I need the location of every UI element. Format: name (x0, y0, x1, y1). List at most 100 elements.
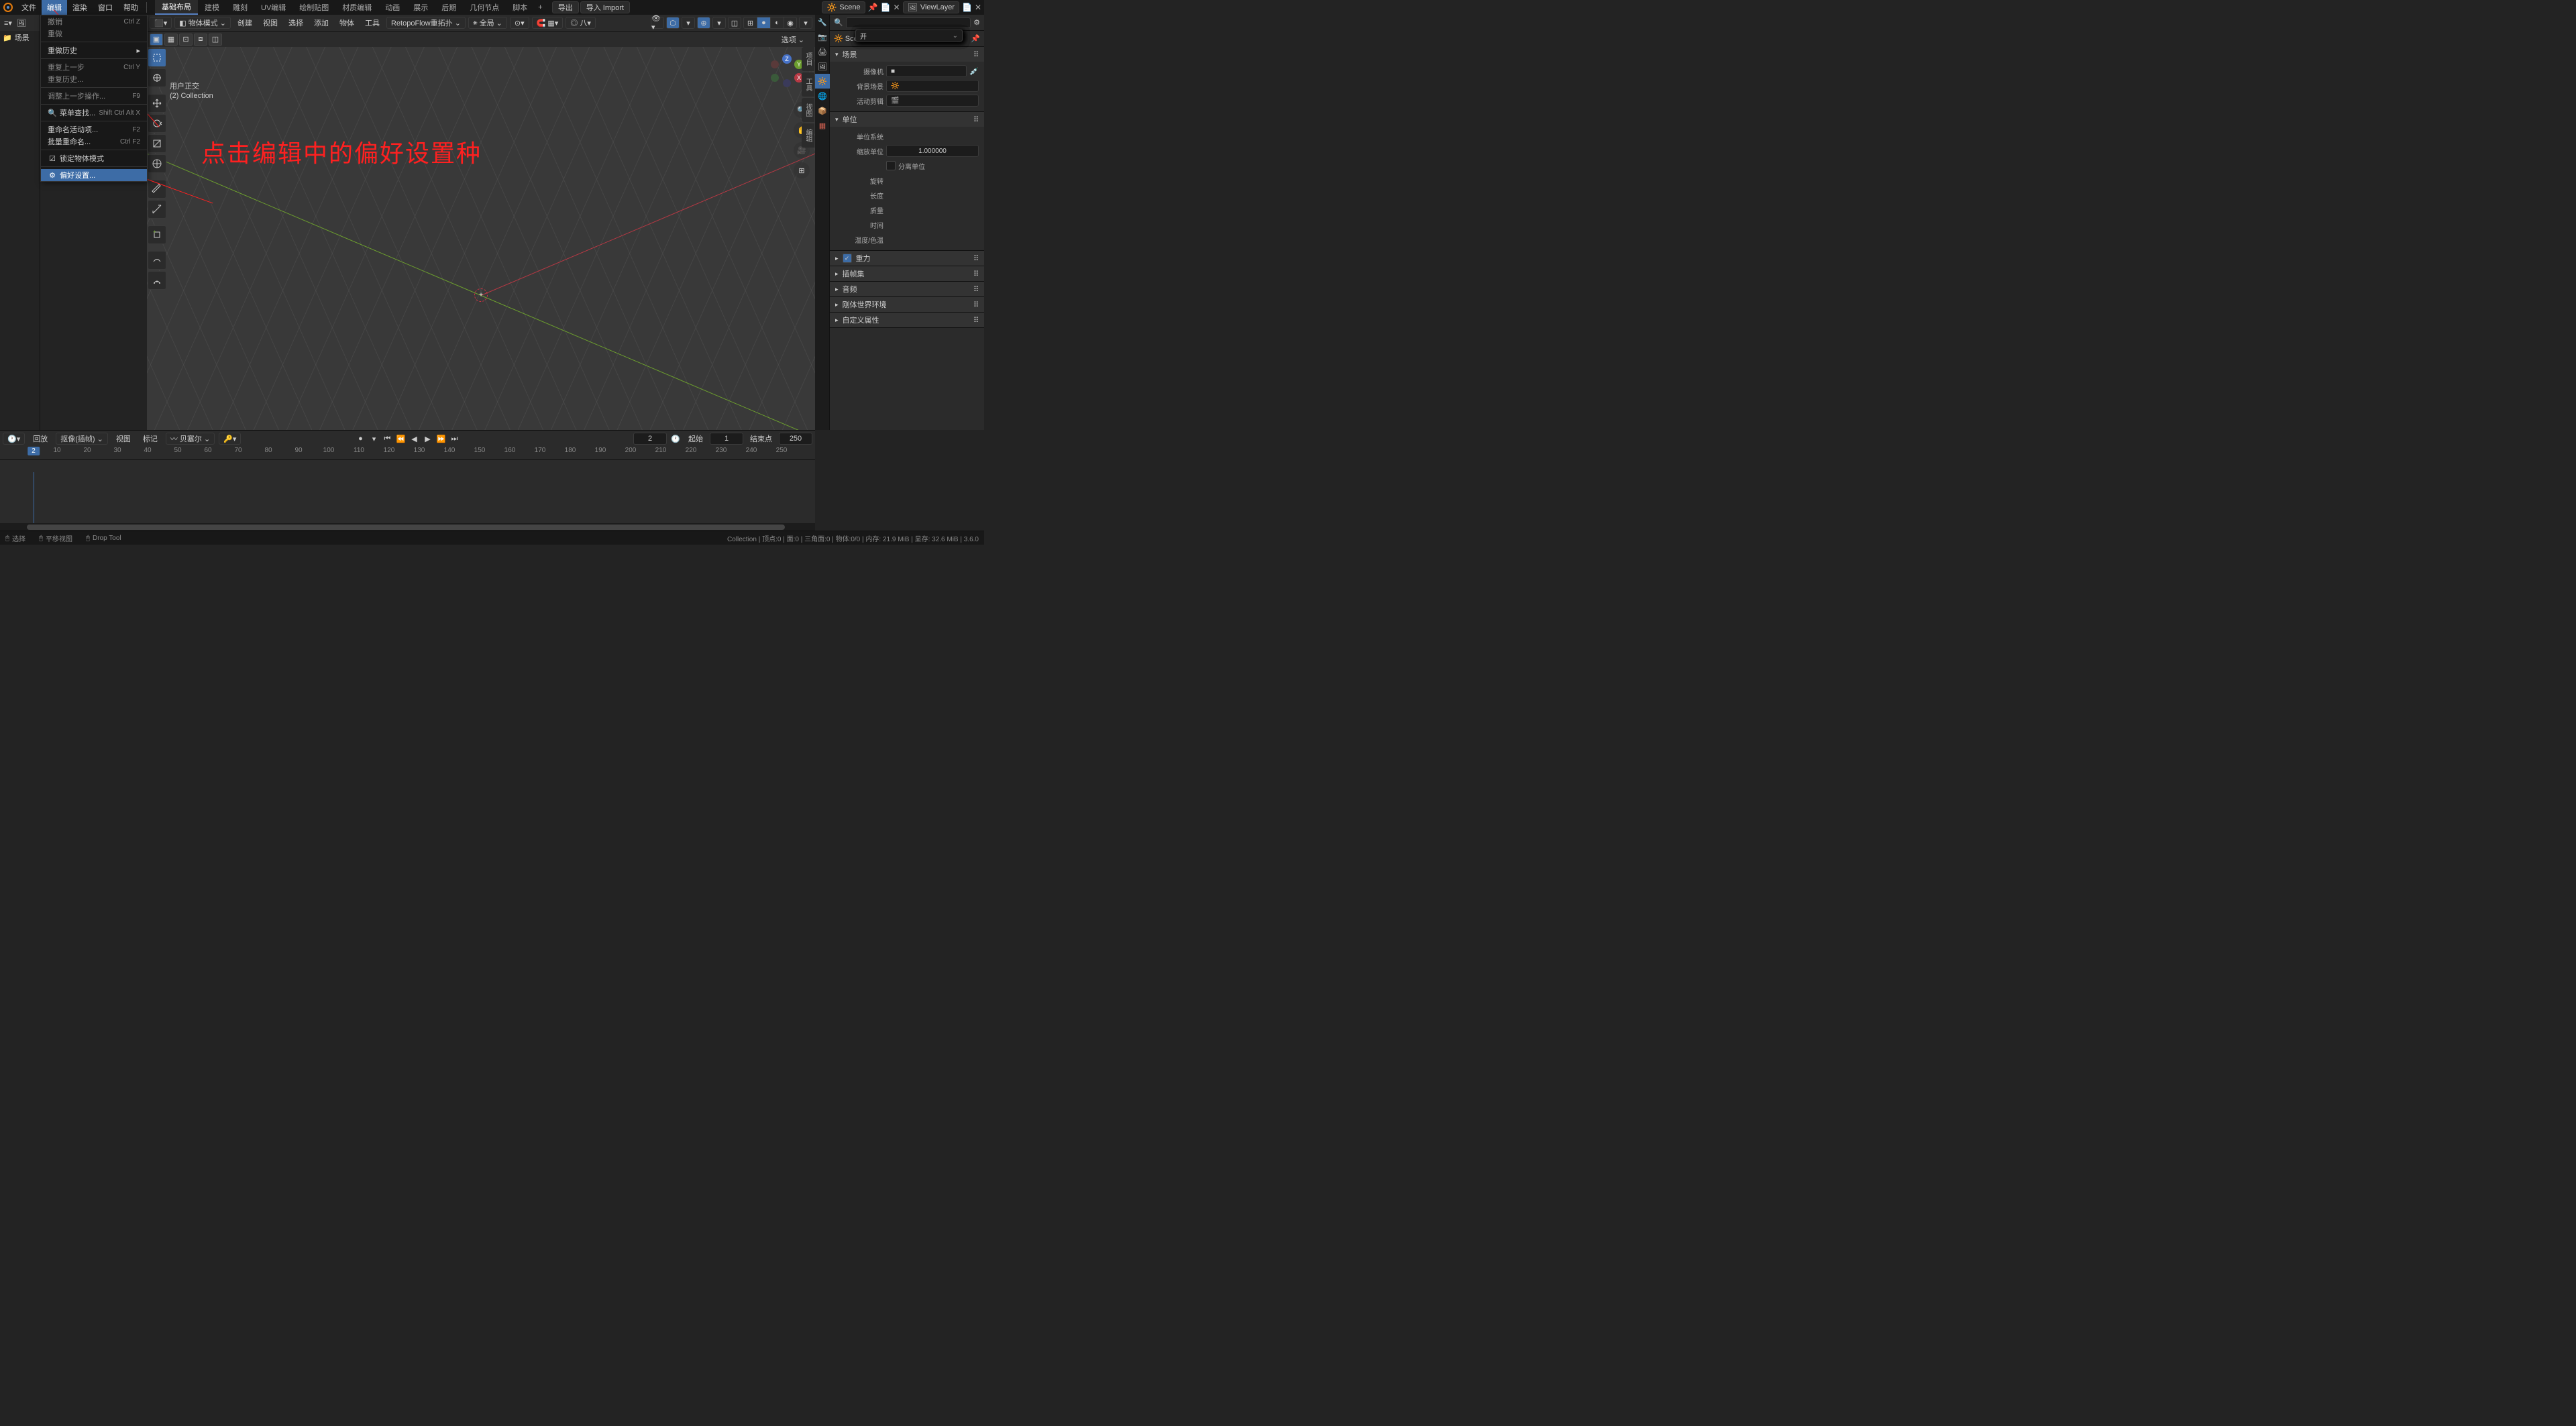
blender-logo[interactable] (0, 0, 16, 15)
viewlayer-pill[interactable]: 🖼 ViewLayer (903, 1, 959, 13)
separate-units-check[interactable] (886, 161, 896, 170)
menu-edit[interactable]: 编辑 (42, 0, 67, 15)
start-frame-field[interactable]: 1 (710, 433, 743, 445)
tool-cursor[interactable] (148, 68, 166, 87)
close-viewlayer-icon[interactable]: ✕ (975, 3, 981, 12)
options-dropdown[interactable]: 选项 ⌄ (777, 34, 808, 45)
retopoflow-dropdown[interactable]: RetopoFlow重拓扑 ⌄ (386, 17, 466, 29)
overlay-dropdown[interactable]: ▾ (712, 17, 726, 29)
proportional-dropdown[interactable]: ◎ 八▾ (566, 17, 596, 29)
import-button[interactable]: 导入 Import (580, 1, 630, 13)
shading-material[interactable]: ◐ (770, 17, 784, 29)
menu-redo-history[interactable]: 重做历史▸ (41, 44, 147, 56)
play[interactable]: ▶ (422, 433, 434, 445)
menu-rename-active[interactable]: 重命名活动项...F2 (41, 123, 147, 135)
menu-file[interactable]: 文件 (16, 0, 42, 15)
header-view[interactable]: 视图 (259, 17, 282, 28)
properties-search-input[interactable] (846, 17, 971, 28)
new-viewlayer-icon[interactable]: 📄 (962, 3, 972, 12)
shading-rendered[interactable]: ◉ (784, 17, 797, 29)
ptab-texture[interactable]: ▦ (815, 118, 830, 133)
section-keysets-header[interactable]: ▸插帧集⠿ (830, 266, 984, 281)
shading-wireframe[interactable]: ⊞ (743, 17, 757, 29)
outliner-scene-row[interactable]: 📁 场景 (0, 31, 40, 44)
menu-preferences[interactable]: ⚙偏好设置... (41, 169, 147, 181)
eyedropper-icon[interactable]: 💉 (969, 67, 979, 76)
menu-redo[interactable]: 重做 (41, 28, 147, 40)
workspace-tab[interactable]: 建模 (198, 0, 226, 15)
header-tools[interactable]: 工具 (361, 17, 384, 28)
header-create[interactable]: 创建 (233, 17, 256, 28)
section-custom-header[interactable]: ▸自定义属性⠿ (830, 313, 984, 327)
mode-dropdown[interactable]: ◧ 物体模式 ⌄ (174, 17, 231, 29)
unit-scale-field[interactable]: 1.000000 (886, 145, 979, 157)
select-mode-2[interactable]: ▦ (164, 34, 178, 46)
select-mode-5[interactable]: ◫ (209, 34, 222, 46)
menu-render[interactable]: 渲染 (67, 0, 93, 15)
workspace-tab[interactable]: 脚本 (506, 0, 534, 15)
playback-menu[interactable]: 回放 (29, 433, 52, 444)
ptab-render[interactable]: 📷 (815, 30, 830, 44)
view-menu[interactable]: 视图 (112, 433, 135, 444)
timeline-editor-type[interactable]: 🕐▾ (3, 433, 25, 445)
section-audio-header[interactable]: ▸音频⠿ (830, 282, 984, 296)
play-reverse[interactable]: ◀ (409, 433, 421, 445)
shading-solid[interactable]: ● (757, 17, 770, 29)
orientation-dropdown[interactable]: ⚹ 全局 ⌄ (468, 17, 507, 29)
ptab-scene[interactable]: 🔆 (815, 74, 830, 89)
select-mode-3[interactable]: ⊡ (179, 34, 193, 46)
menu-search[interactable]: 🔍菜单查找...Shift Ctrl Alt X (41, 107, 147, 119)
keyframe-type[interactable]: 🔑▾ (219, 433, 241, 445)
ntab-view[interactable]: 视图 (802, 98, 814, 122)
tool-extra-1[interactable] (148, 251, 166, 270)
menu-batch-rename[interactable]: 批量重命名...Ctrl F2 (41, 135, 147, 148)
playhead-frame[interactable]: 2 (28, 447, 40, 455)
menu-window[interactable]: 窗口 (93, 0, 118, 15)
tool-extra-2[interactable] (148, 271, 166, 290)
display-mode-icon[interactable]: 🖼 (16, 17, 27, 28)
options-icon[interactable]: ⚙ (973, 18, 980, 27)
gravity-check[interactable]: ✓ (843, 254, 852, 263)
workspace-tab[interactable]: 基础布局 (155, 0, 198, 15)
jump-next-keyframe[interactable]: ⏩ (435, 433, 447, 445)
menu-repeat-last[interactable]: 重复上一步Ctrl Y (41, 61, 147, 73)
xray-toggle[interactable]: ◫ (728, 17, 741, 29)
section-rigidbody-header[interactable]: ▸刚体世界环境⠿ (830, 297, 984, 312)
menu-adjust-last[interactable]: 调整上一步操作...F9 (41, 90, 147, 102)
new-icon[interactable]: 📄 (881, 3, 891, 12)
menu-undo[interactable]: 撤销Ctrl Z (41, 15, 147, 28)
pin-icon[interactable]: 📌 (971, 34, 980, 43)
scrollbar-thumb[interactable] (27, 525, 785, 530)
jump-prev-keyframe[interactable]: ⏪ (395, 433, 407, 445)
select-mode-4[interactable]: ⧈ (194, 34, 207, 46)
ptab-output[interactable]: 🖨 (815, 44, 830, 59)
gizmo-dropdown[interactable]: ▾ (682, 17, 695, 29)
timeline-tracks[interactable] (0, 460, 815, 531)
jump-start[interactable]: ⏮ (382, 433, 394, 445)
workspace-tab[interactable]: 动画 (378, 0, 407, 15)
autokey-toggle[interactable]: ● (355, 433, 367, 445)
header-object[interactable]: 物体 (335, 17, 358, 28)
timeline-ruler[interactable]: 2 10203040506070809010011012013014015016… (0, 447, 815, 460)
workspace-tab[interactable]: 材质编辑 (335, 0, 378, 15)
clip-field[interactable]: 🎬 (886, 95, 979, 107)
view3d-area[interactable]: 用户正交 (2) Collection (147, 47, 815, 430)
shading-dropdown[interactable]: ▾ (799, 17, 812, 29)
tool-select-box[interactable] (148, 48, 166, 67)
ptab-tool[interactable]: 🔧 (815, 15, 830, 30)
snap-dropdown[interactable]: 🧲 ▦▾ (532, 17, 564, 29)
workspace-tab[interactable]: 绘制贴图 (292, 0, 335, 15)
tool-scale[interactable] (148, 134, 166, 153)
overlay-toggle[interactable]: ⊕ (697, 17, 710, 29)
nav-gizmo[interactable]: Z Y X (767, 51, 807, 91)
keying-dropdown[interactable]: 抠像(插帧) ⌄ (56, 433, 108, 445)
close-icon[interactable]: ✕ (894, 3, 900, 12)
editor-type-dropdown[interactable]: ⬛▾ (150, 17, 172, 29)
workspace-tab[interactable]: 雕刻 (226, 0, 254, 15)
pin-icon[interactable]: 📌 (868, 3, 878, 12)
ptab-world[interactable]: 🌐 (815, 89, 830, 103)
camera-field[interactable]: ■ (886, 65, 967, 77)
section-units-header[interactable]: ▾单位⠿ (830, 112, 984, 127)
visibility-dropdown[interactable]: 👁▾ (651, 17, 664, 29)
tool-add-cube[interactable]: + (148, 225, 166, 244)
